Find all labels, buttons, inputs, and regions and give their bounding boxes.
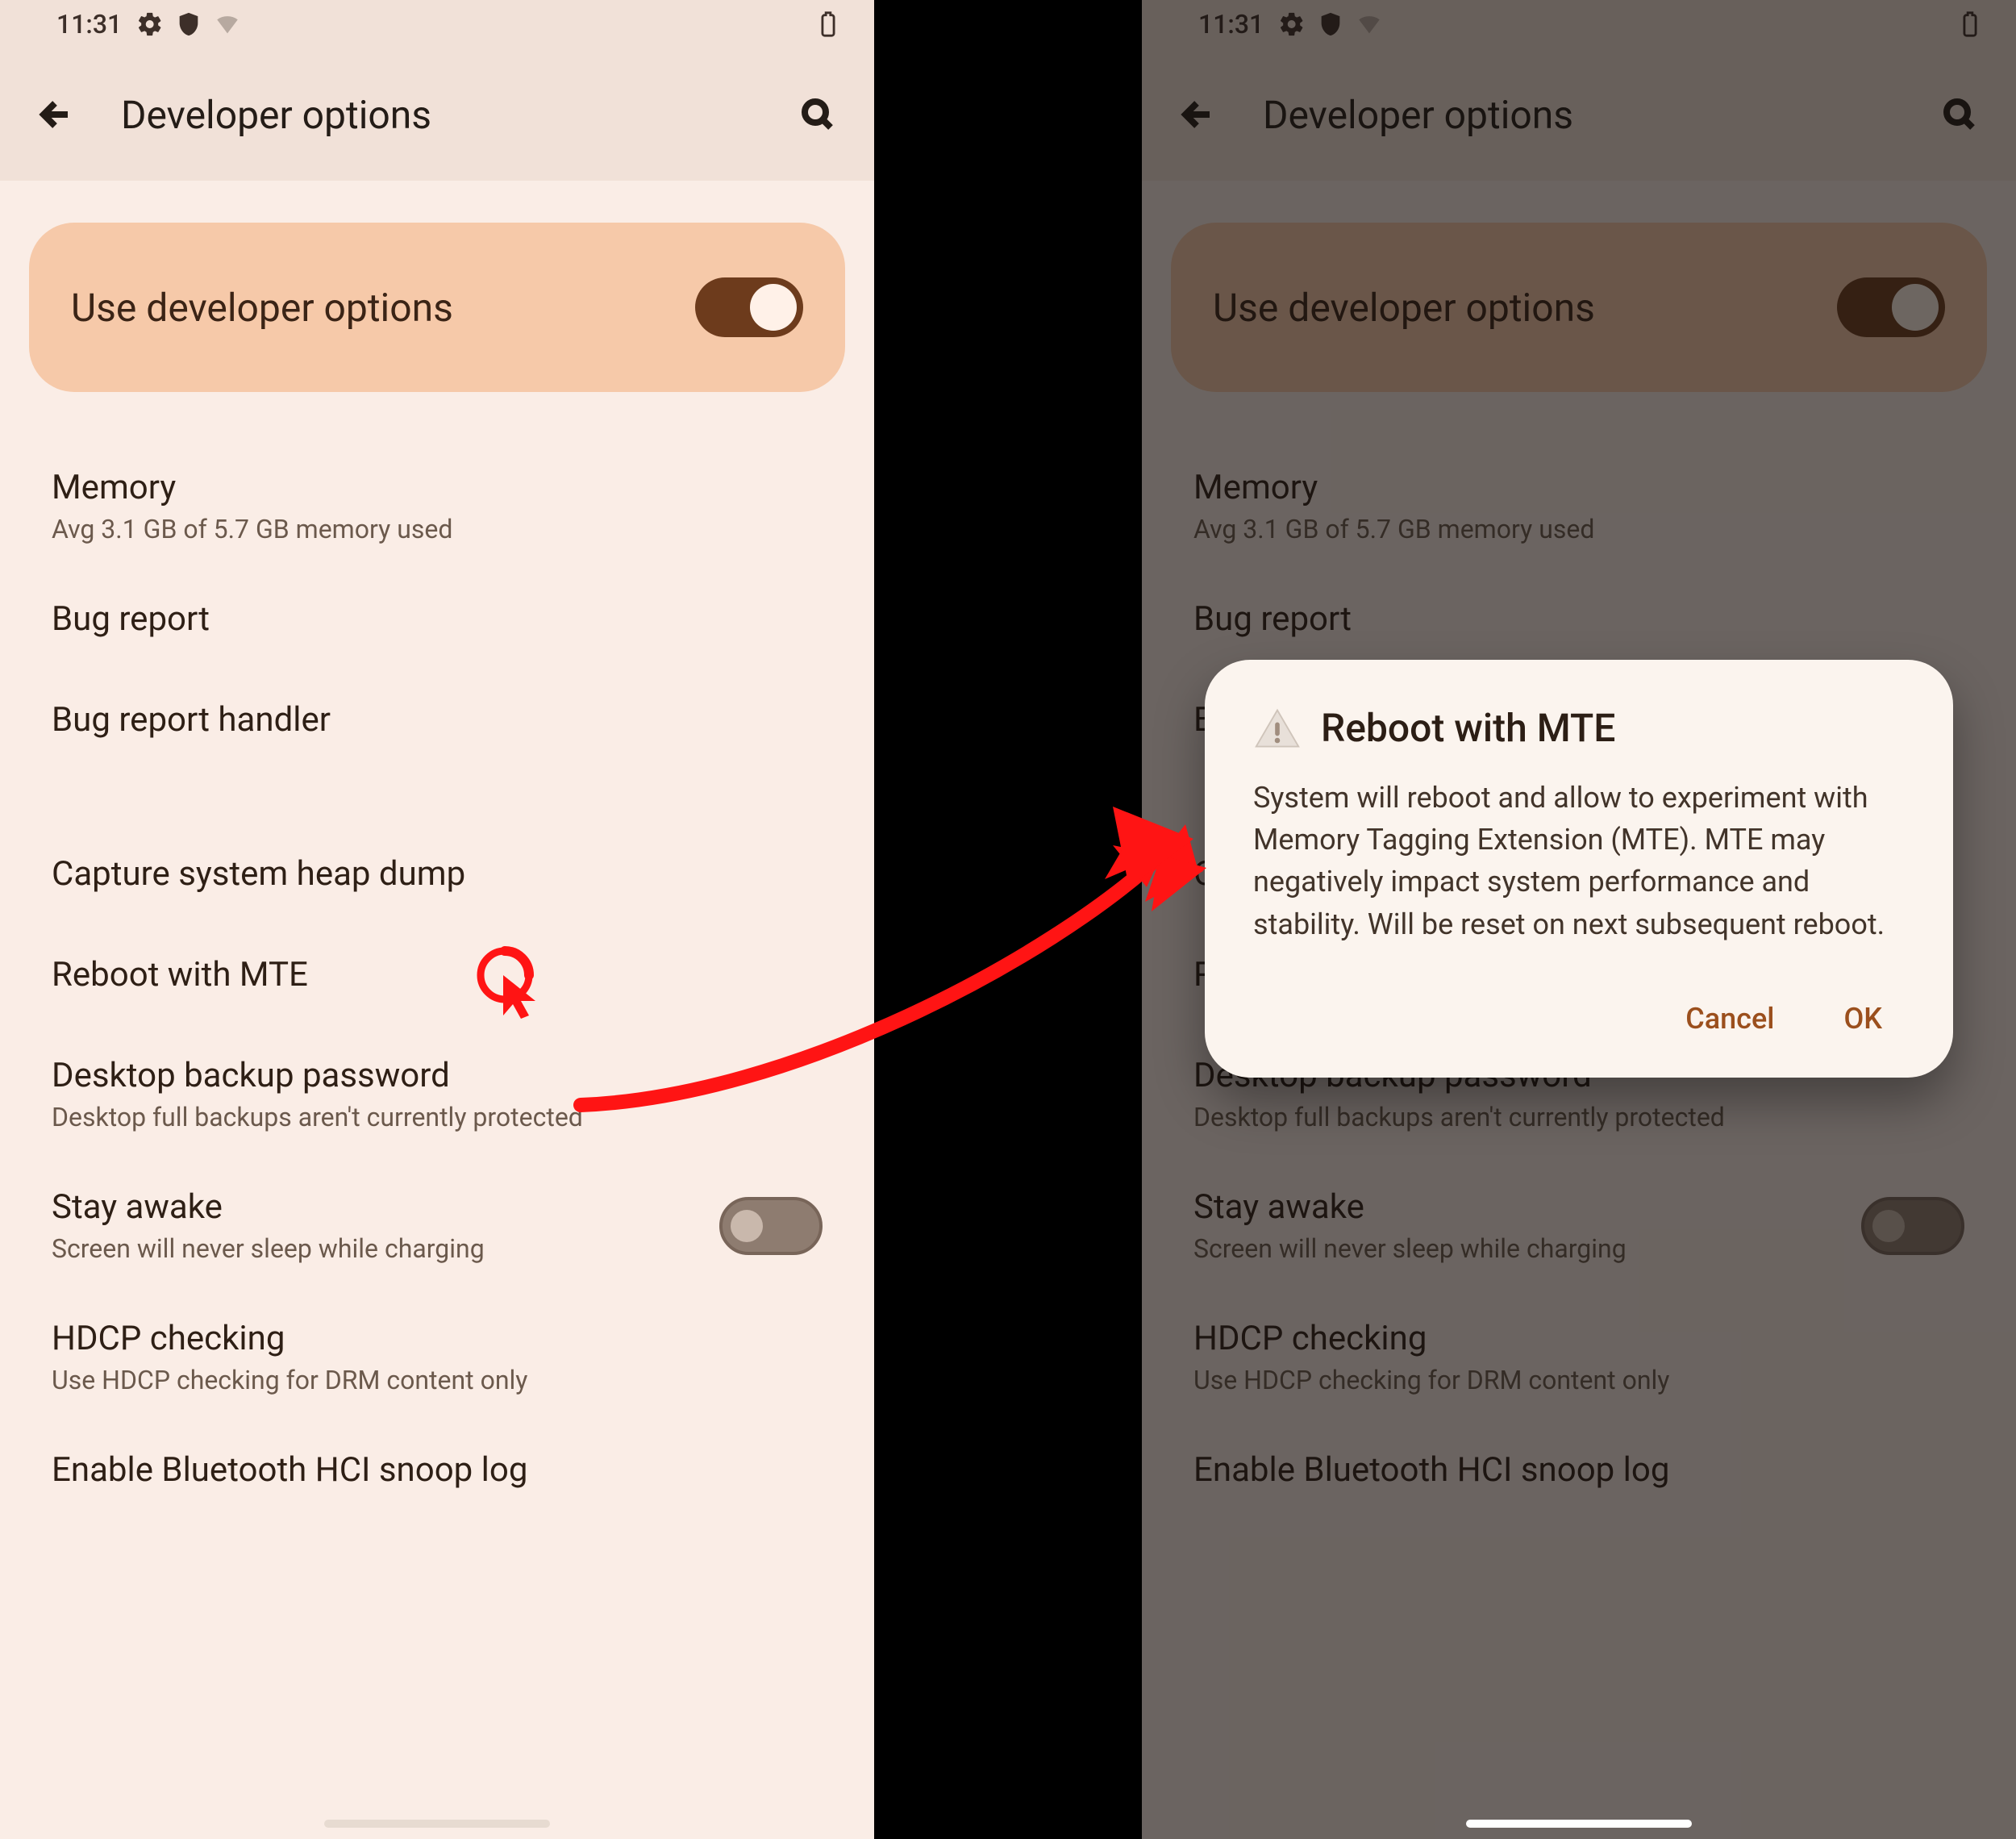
row-memory-sub: Avg 3.1 GB of 5.7 GB memory used <box>52 514 823 544</box>
battery-icon <box>814 10 842 38</box>
home-indicator[interactable] <box>324 1820 550 1828</box>
gear-icon <box>136 10 164 38</box>
row-desktop-backup-password-sub: Desktop full backups aren't currently pr… <box>52 1102 823 1132</box>
row-stay-awake[interactable]: Stay awake Screen will never sleep while… <box>29 1160 845 1291</box>
section-gap <box>29 774 845 827</box>
use-developer-options-card[interactable]: Use developer options <box>29 223 845 392</box>
home-indicator[interactable] <box>1466 1820 1692 1828</box>
row-capture-heap-dump-title: Capture system heap dump <box>52 854 823 894</box>
row-enable-bluetooth-hci-snoop-log-title: Enable Bluetooth HCI snoop log <box>52 1450 823 1490</box>
row-hdcp-checking-title: HDCP checking <box>52 1319 823 1358</box>
row-memory-title: Memory <box>52 468 823 507</box>
row-enable-bluetooth-hci-snoop-log[interactable]: Enable Bluetooth HCI snoop log <box>29 1423 845 1524</box>
back-button[interactable] <box>24 82 89 147</box>
row-memory[interactable]: Memory Avg 3.1 GB of 5.7 GB memory used <box>29 440 845 572</box>
search-button[interactable] <box>785 82 850 147</box>
row-desktop-backup-password[interactable]: Desktop backup password Desktop full bac… <box>29 1028 845 1160</box>
use-developer-options-switch[interactable] <box>695 277 803 337</box>
row-reboot-with-mte[interactable]: Reboot with MTE <box>29 928 845 1028</box>
settings-list[interactable]: Use developer options Memory Avg 3.1 GB … <box>0 181 874 1524</box>
stay-awake-switch[interactable] <box>719 1197 823 1255</box>
click-cursor-icon <box>464 938 545 1019</box>
dialog-title: Reboot with MTE <box>1321 705 1615 751</box>
row-bug-report-title: Bug report <box>52 599 823 639</box>
dialog-body: System will reboot and allow to experime… <box>1253 777 1905 945</box>
phone-right: 11:31 Developer options Use developer op… <box>1142 0 2016 1839</box>
row-hdcp-checking-sub: Use HDCP checking for DRM content only <box>52 1365 823 1395</box>
row-capture-heap-dump[interactable]: Capture system heap dump <box>29 827 845 928</box>
row-bug-report-handler-title: Bug report handler <box>52 700 823 740</box>
status-time: 11:31 <box>56 9 122 40</box>
dialog-ok-button[interactable]: OK <box>1837 992 1889 1045</box>
wifi-icon <box>214 10 241 38</box>
warning-icon <box>1253 706 1302 751</box>
page-title: Developer options <box>121 92 753 138</box>
row-desktop-backup-password-title: Desktop backup password <box>52 1056 823 1095</box>
row-stay-awake-title: Stay awake <box>52 1187 719 1227</box>
dialog-cancel-button[interactable]: Cancel <box>1679 992 1781 1045</box>
app-bar: Developer options <box>0 48 874 181</box>
shield-icon <box>175 10 202 38</box>
row-bug-report[interactable]: Bug report <box>29 572 845 673</box>
phone-left: 11:31 Developer options Use developer op… <box>0 0 874 1839</box>
use-developer-options-label: Use developer options <box>71 285 695 331</box>
status-bar: 11:31 <box>0 0 874 48</box>
row-stay-awake-sub: Screen will never sleep while charging <box>52 1233 719 1264</box>
row-bug-report-handler[interactable]: Bug report handler <box>29 673 845 774</box>
row-reboot-with-mte-title: Reboot with MTE <box>52 955 823 995</box>
search-icon <box>798 95 837 134</box>
row-hdcp-checking[interactable]: HDCP checking Use HDCP checking for DRM … <box>29 1291 845 1423</box>
dialog-reboot-with-mte: Reboot with MTE System will reboot and a… <box>1205 660 1953 1078</box>
arrow-back-icon <box>37 95 76 134</box>
